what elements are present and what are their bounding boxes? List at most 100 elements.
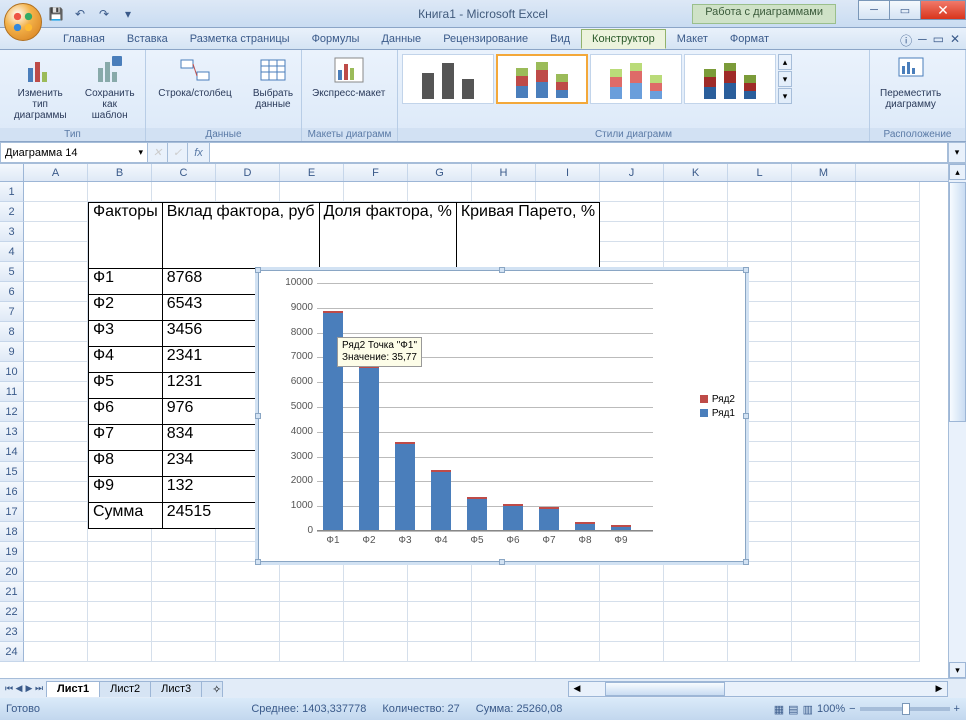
chart-bar[interactable] — [503, 504, 523, 530]
cell[interactable] — [280, 562, 344, 582]
cell[interactable] — [728, 622, 792, 642]
cell[interactable] — [856, 362, 920, 382]
cell[interactable] — [664, 582, 728, 602]
cell[interactable] — [792, 202, 856, 222]
cell[interactable] — [88, 602, 152, 622]
cell[interactable] — [792, 362, 856, 382]
cell[interactable] — [856, 522, 920, 542]
cell[interactable] — [792, 622, 856, 642]
cell[interactable] — [472, 642, 536, 662]
view-normal-icon[interactable]: ▦ — [774, 703, 784, 716]
cell[interactable] — [536, 562, 600, 582]
cell[interactable] — [856, 302, 920, 322]
cell[interactable] — [600, 582, 664, 602]
cell[interactable] — [792, 342, 856, 362]
cell[interactable] — [856, 222, 920, 242]
cell[interactable] — [280, 622, 344, 642]
tab-design[interactable]: Конструктор — [581, 29, 666, 49]
cell[interactable] — [664, 602, 728, 622]
row-header[interactable]: 9 — [0, 342, 24, 362]
select-data-button[interactable]: Выбрать данные — [244, 52, 302, 112]
row-header[interactable]: 17 — [0, 502, 24, 522]
cell[interactable] — [344, 562, 408, 582]
fx-icon[interactable]: fx — [188, 142, 210, 163]
cell[interactable] — [856, 562, 920, 582]
cell[interactable] — [152, 622, 216, 642]
formula-input[interactable] — [210, 142, 948, 163]
cell[interactable] — [792, 402, 856, 422]
row-header[interactable]: 23 — [0, 622, 24, 642]
cell[interactable] — [24, 622, 88, 642]
cell[interactable] — [856, 202, 920, 222]
cell[interactable] — [344, 582, 408, 602]
cell[interactable] — [728, 602, 792, 622]
switch-rowcol-button[interactable]: Строка/столбец — [152, 52, 238, 101]
cell[interactable] — [24, 582, 88, 602]
cell[interactable] — [856, 482, 920, 502]
sheet-tab[interactable]: Лист3 — [150, 681, 202, 697]
undo-icon[interactable]: ↶ — [70, 4, 90, 24]
cell[interactable] — [216, 602, 280, 622]
col-header[interactable]: E — [280, 164, 344, 181]
col-header[interactable]: G — [408, 164, 472, 181]
sheet-nav-first[interactable]: ⏮ — [4, 682, 14, 696]
cell[interactable] — [472, 602, 536, 622]
col-header[interactable]: K — [664, 164, 728, 181]
row-header[interactable]: 2 — [0, 202, 24, 222]
row-header[interactable]: 8 — [0, 322, 24, 342]
close-button[interactable]: ✕ — [920, 0, 966, 20]
col-header[interactable]: B — [88, 164, 152, 181]
tab-view[interactable]: Вид — [539, 29, 581, 49]
cell[interactable] — [856, 462, 920, 482]
cell[interactable] — [152, 582, 216, 602]
minimize-button[interactable]: ─ — [858, 0, 890, 20]
cell[interactable] — [856, 582, 920, 602]
cell[interactable] — [856, 322, 920, 342]
chevron-down-icon[interactable]: ▾ — [138, 147, 143, 158]
fx-accept[interactable]: ✓ — [168, 142, 188, 163]
cell[interactable] — [88, 542, 152, 562]
cell[interactable] — [24, 342, 88, 362]
sheet-nav-next[interactable]: ▶ — [24, 682, 34, 696]
embedded-chart[interactable]: 0100020003000400050006000700080009000100… — [258, 270, 746, 562]
cell[interactable] — [152, 642, 216, 662]
row-header[interactable]: 18 — [0, 522, 24, 542]
cell[interactable] — [792, 482, 856, 502]
zoom-out[interactable]: − — [849, 703, 855, 715]
worksheet-grid[interactable]: A B C D E F G H I J K L M 12345678910111… — [0, 164, 966, 678]
window-minimize-icon[interactable]: ─ — [918, 32, 927, 49]
chart-bar[interactable] — [611, 525, 631, 530]
row-header[interactable]: 6 — [0, 282, 24, 302]
sheet-nav-last[interactable]: ⏭ — [34, 682, 44, 696]
tab-home[interactable]: Главная — [52, 29, 116, 49]
chart-plot-area[interactable]: 0100020003000400050006000700080009000100… — [317, 283, 653, 531]
cell[interactable] — [152, 562, 216, 582]
cell[interactable] — [280, 642, 344, 662]
tab-pagelayout[interactable]: Разметка страницы — [179, 29, 301, 49]
cell[interactable] — [472, 562, 536, 582]
cell[interactable] — [664, 202, 728, 222]
chart-bar[interactable] — [395, 442, 415, 530]
cell[interactable] — [88, 642, 152, 662]
cell[interactable] — [24, 182, 88, 202]
cell[interactable] — [856, 282, 920, 302]
row-header[interactable]: 24 — [0, 642, 24, 662]
office-button[interactable] — [4, 3, 42, 41]
zoom-slider[interactable] — [860, 707, 950, 711]
move-chart-button[interactable]: Переместить диаграмму — [876, 52, 945, 112]
cell[interactable] — [536, 182, 600, 202]
cell[interactable] — [600, 222, 664, 242]
row-header[interactable]: 7 — [0, 302, 24, 322]
row-header[interactable]: 1 — [0, 182, 24, 202]
row-header[interactable]: 10 — [0, 362, 24, 382]
cell[interactable] — [88, 562, 152, 582]
cell[interactable] — [856, 402, 920, 422]
cell[interactable] — [792, 262, 856, 282]
row-header[interactable]: 19 — [0, 542, 24, 562]
cell[interactable] — [728, 562, 792, 582]
cell[interactable] — [24, 302, 88, 322]
col-header[interactable]: F — [344, 164, 408, 181]
cell[interactable] — [856, 602, 920, 622]
cell[interactable] — [280, 582, 344, 602]
cell[interactable] — [536, 622, 600, 642]
